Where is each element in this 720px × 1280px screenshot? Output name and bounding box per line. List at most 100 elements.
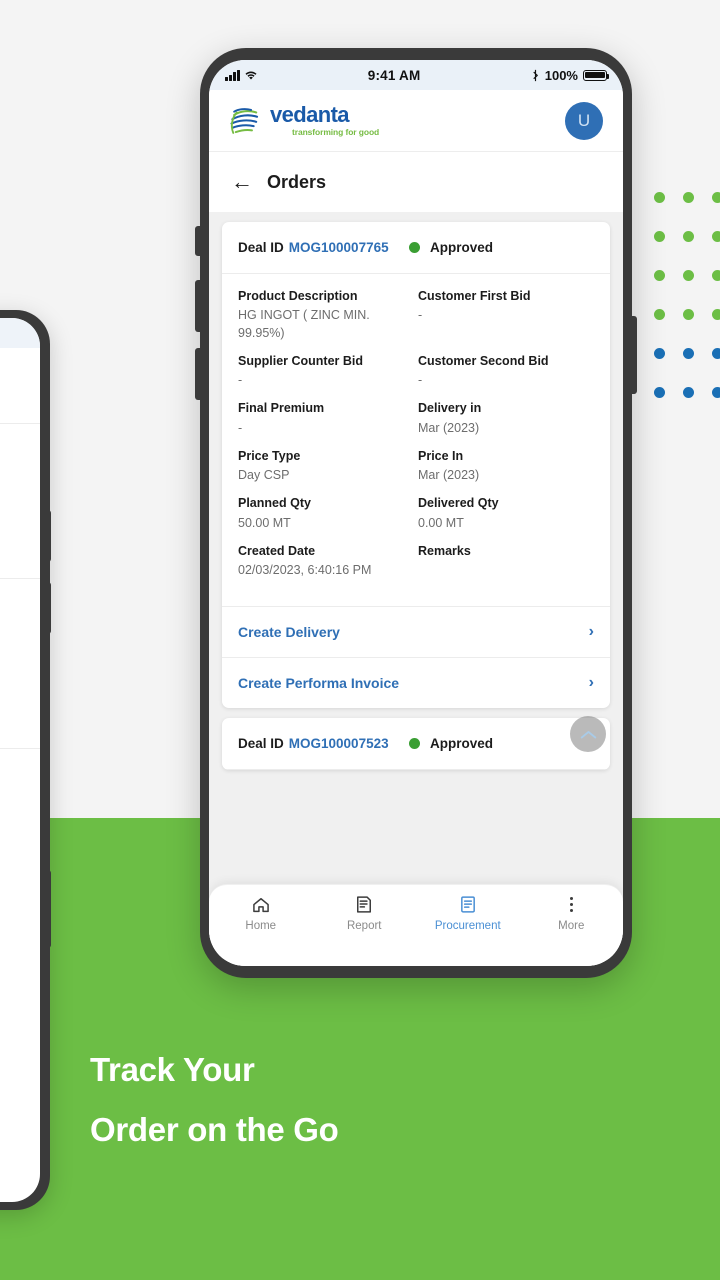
field-label: Customer Second Bid: [418, 353, 549, 368]
decorative-dot: [712, 309, 720, 320]
promo-line-1: Track Your: [90, 1051, 255, 1088]
scroll-to-top-button[interactable]: [570, 716, 606, 752]
field-value: Day CSP: [238, 468, 290, 482]
nav-item-more[interactable]: More: [520, 894, 624, 932]
decorative-dot: [712, 387, 720, 398]
nav-item-label: Procurement: [434, 920, 501, 932]
deal-id-value[interactable]: MOG100007765: [289, 240, 389, 255]
status-badge: Approved: [409, 736, 594, 751]
status-badge: Approved: [409, 240, 594, 255]
page-title-bar: ← Orders: [209, 152, 623, 212]
nav-item-procurement[interactable]: Procurement: [416, 894, 520, 932]
order-action-label: Create Performa Invoice: [238, 675, 400, 692]
field-row: Supplier Counter Bid - Customer Second Bid…: [238, 353, 594, 390]
field-cell: Created Date 02/03/2023, 6:40:16 PM: [238, 543, 416, 580]
chevron-up-icon: [580, 730, 596, 738]
field-row: Product Description HG INGOT ( ZINC MIN. …: [238, 288, 594, 342]
secondary-phone-divider: [0, 423, 40, 424]
order-card-header: Deal ID MOG100007765 Approved: [222, 222, 610, 274]
avatar[interactable]: U: [565, 101, 603, 140]
phone-mockup: 9:41 AM 100% vedanta transforming for go…: [195, 48, 637, 978]
decorative-dot: [654, 270, 665, 281]
home-icon: [251, 894, 271, 915]
status-bar: 9:41 AM 100%: [209, 60, 623, 90]
field-label: Delivered Qty: [418, 496, 499, 511]
field-cell: Delivery in Mar (2023): [416, 400, 594, 437]
phone-power-button: [632, 316, 637, 394]
nav-item-label: More: [558, 920, 585, 932]
secondary-phone-volume-down: [42, 582, 51, 634]
orders-scroll-area[interactable]: Deal ID MOG100007765 Approved Product Descr…: [209, 212, 623, 966]
decorative-dot: [654, 387, 665, 398]
decorative-dot: [683, 192, 694, 203]
app-header: vedanta transforming for good U: [209, 90, 623, 152]
decorative-dot: [712, 348, 720, 359]
report-document-icon: [354, 894, 374, 915]
decorative-dot: [654, 309, 665, 320]
field-label: Created Date: [238, 543, 316, 558]
deal-id-value[interactable]: MOG100007523: [289, 736, 389, 751]
nav-item-label: Report: [346, 920, 382, 932]
field-value: -: [238, 373, 243, 387]
field-label: Price Type: [238, 448, 301, 463]
secondary-phone-screen: [0, 318, 40, 1202]
brand-wordmark: vedanta transforming for good: [270, 104, 379, 137]
battery-percent-label: 100%: [544, 67, 578, 83]
field-value: HG INGOT ( ZINC MIN. 99.95%): [238, 308, 370, 340]
field-value: -: [418, 373, 423, 387]
decorative-dot: [712, 192, 720, 203]
field-label: Remarks: [418, 543, 471, 558]
field-row: Final Premium - Delivery in Mar (2023): [238, 400, 594, 437]
vedanta-globe-logo-icon: [230, 107, 259, 134]
nav-item-label: Home: [245, 920, 277, 932]
field-value: 02/03/2023, 6:40:16 PM: [238, 563, 372, 577]
promo-headline: Track Your Order on the Go: [90, 1040, 650, 1160]
field-cell: Final Premium -: [238, 400, 416, 437]
status-dot-icon: [409, 738, 420, 750]
decorative-dot: [654, 348, 665, 359]
nav-item-home[interactable]: Home: [209, 894, 313, 932]
order-card-header: Deal ID MOG100007523 Approved: [222, 718, 610, 771]
brand-name: vedanta: [270, 102, 350, 128]
decorative-dot: [712, 270, 720, 281]
order-action-label: Create Delivery: [238, 624, 340, 641]
field-value: -: [238, 420, 243, 435]
decorative-dot: [683, 348, 694, 359]
field-cell: Customer Second Bid -: [416, 353, 594, 390]
phone-screen: 9:41 AM 100% vedanta transforming for go…: [209, 60, 623, 966]
deal-id-label: Deal ID: [238, 240, 284, 255]
field-cell: Remarks: [416, 543, 594, 580]
field-value: 0.00 MT: [418, 515, 464, 530]
more-vertical-dots-icon: [569, 894, 573, 915]
phone-volume-up-button: [195, 280, 200, 332]
nav-item-report[interactable]: Report: [313, 894, 417, 932]
field-row: Created Date 02/03/2023, 6:40:16 PM Remark…: [238, 543, 594, 580]
field-cell: Price In Mar (2023): [416, 448, 594, 485]
field-value: Mar (2023): [418, 420, 480, 435]
chevron-right-icon: ›: [588, 623, 594, 641]
order-action-row[interactable]: Create Delivery ›: [222, 606, 610, 657]
secondary-phone-statusbar: [0, 318, 40, 348]
field-label: Price In: [418, 448, 464, 463]
brand-logo: vedanta transforming for good: [229, 104, 379, 138]
status-label: Approved: [430, 736, 494, 752]
order-card[interactable]: Deal ID MOG100007523 Approved: [222, 718, 610, 771]
back-arrow-icon[interactable]: ←: [231, 171, 253, 193]
secondary-phone-divider: [0, 578, 40, 579]
order-action-row[interactable]: Create Performa Invoice ›: [222, 657, 610, 708]
field-label: Customer First Bid: [418, 289, 531, 303]
field-value: 50.00 MT: [238, 515, 291, 530]
phone-volume-down-button: [195, 348, 200, 400]
order-card-body: Product Description HG INGOT ( ZINC MIN. …: [222, 274, 610, 606]
field-cell: Planned Qty 50.00 MT: [238, 495, 416, 532]
status-bar-time: 9:41 AM: [367, 67, 421, 83]
procurement-document-icon: [458, 894, 478, 915]
page-title: Orders: [267, 171, 327, 192]
decorative-dot: [683, 270, 694, 281]
decorative-dot: [654, 231, 665, 242]
field-cell: Price Type Day CSP: [238, 448, 416, 485]
order-card[interactable]: Deal ID MOG100007765 Approved Product Descr…: [222, 222, 610, 709]
status-bar-left: [225, 69, 258, 81]
decorative-dot: [683, 309, 694, 320]
status-bar-right: 100%: [531, 67, 610, 83]
